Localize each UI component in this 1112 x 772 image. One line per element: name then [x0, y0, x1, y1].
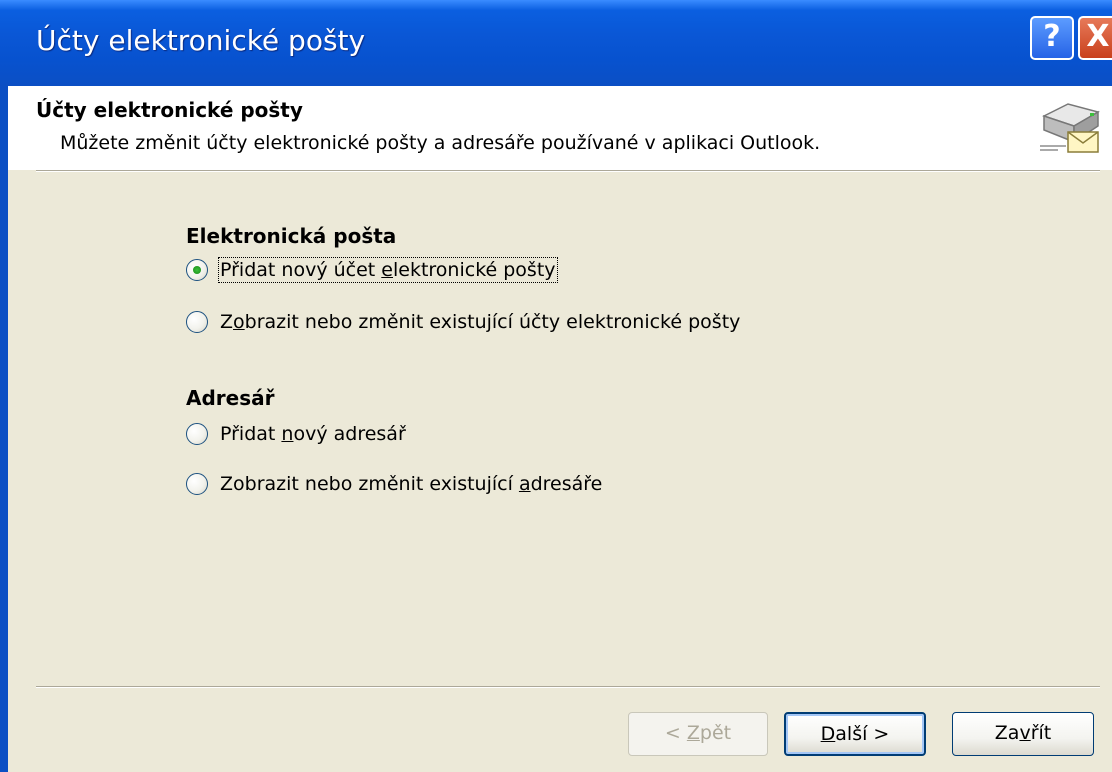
radio-label: Přidat nový účet elektronické pošty: [218, 257, 558, 283]
header-title: Účty elektronické pošty: [36, 98, 303, 122]
mail-server-icon: [1040, 103, 1100, 153]
close-window-button[interactable]: X: [1078, 16, 1112, 60]
wizard-header: Účty elektronické pošty Můžete změnit úč…: [8, 86, 1112, 170]
window-border: [0, 86, 8, 772]
window-title: Účty elektronické pošty: [36, 24, 366, 57]
back-button[interactable]: < Zpět: [628, 712, 768, 756]
radio-label: Přidat nový adresář: [220, 423, 406, 445]
radio-label: Zobrazit nebo změnit existující účty ele…: [220, 311, 741, 333]
addressbook-group-label: Adresář: [186, 386, 275, 410]
radio-button-checked[interactable]: [186, 259, 208, 281]
radio-add-address-book[interactable]: Přidat nový adresář: [186, 420, 406, 448]
help-button[interactable]: ?: [1030, 16, 1074, 60]
radio-button[interactable]: [186, 423, 208, 445]
radio-view-address-books[interactable]: Zobrazit nebo změnit existující adresáře: [186, 470, 602, 498]
next-button[interactable]: Další >: [784, 712, 926, 756]
footer-divider: [36, 686, 1100, 688]
radio-button[interactable]: [186, 473, 208, 495]
radio-button[interactable]: [186, 311, 208, 333]
radio-add-email-account[interactable]: Přidat nový účet elektronické pošty: [186, 256, 558, 284]
header-description: Můžete změnit účty elektronické pošty a …: [60, 132, 821, 154]
close-button[interactable]: Zavřít: [952, 712, 1094, 756]
email-group-label: Elektronická pošta: [186, 224, 397, 248]
radio-view-email-accounts[interactable]: Zobrazit nebo změnit existující účty ele…: [186, 308, 740, 336]
title-bar[interactable]: Účty elektronické pošty ? X: [0, 0, 1112, 86]
radio-label: Zobrazit nebo změnit existující adresáře: [220, 473, 603, 495]
header-divider: [36, 170, 1100, 172]
